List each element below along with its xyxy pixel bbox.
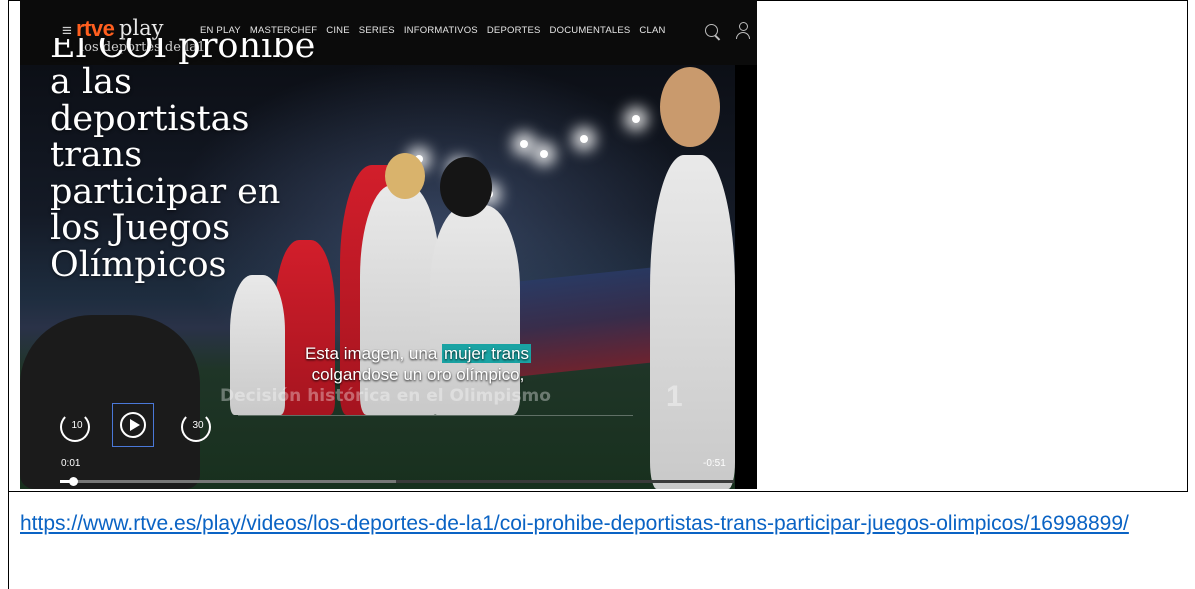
headline-partial-line: El COI prohíbe — [50, 38, 316, 64]
background-caption: Decisión histórica en el Olimpismo — [220, 386, 551, 406]
progress-buffer — [60, 480, 396, 483]
nav-item-clan[interactable]: CLAN — [639, 25, 665, 36]
headline-line: Olímpicos — [50, 244, 227, 285]
nav-item-cine[interactable]: CINE — [326, 25, 350, 36]
forward-label: 30 — [192, 420, 204, 431]
headline-line: trans — [50, 135, 143, 175]
headline-line: participar en — [50, 171, 281, 212]
frame-divider — [8, 491, 1188, 492]
progress-thumb[interactable] — [69, 477, 78, 486]
play-button[interactable] — [112, 403, 154, 447]
athlete-head — [385, 153, 425, 199]
search-icon[interactable] — [705, 24, 718, 37]
nav-item-en-play[interactable]: EN PLAY — [200, 25, 241, 36]
play-logo[interactable]: play — [119, 16, 164, 40]
subtitle-highlight: mujer trans — [442, 344, 532, 363]
time-current: 0:01 — [61, 458, 81, 469]
video-subtitle: Esta imagen, una mujer trans colgandose … — [258, 343, 578, 385]
subtitle-text: Esta imagen, una — [304, 344, 442, 363]
stadium-light — [632, 115, 640, 123]
athlete-figure — [650, 155, 735, 489]
main-nav: EN PLAY MASTERCHEF CINE SERIES INFORMATI… — [200, 25, 666, 36]
headline-line: a las — [50, 62, 133, 102]
caption-rule — [238, 415, 633, 416]
nav-item-informativos[interactable]: INFORMATIVOS — [404, 25, 478, 36]
subtitle-text: colgandose un oro olímpico, — [311, 365, 525, 384]
rewind-label: 10 — [71, 420, 83, 431]
frame-border-right — [1187, 0, 1188, 491]
frame-border-left — [8, 0, 9, 589]
athlete-head — [660, 67, 720, 147]
official-figure — [20, 315, 200, 489]
menu-icon[interactable]: ≡ — [62, 22, 72, 39]
video-headline: El COI prohíbe a las deportistas trans p… — [50, 38, 330, 283]
headline-line: deportistas — [50, 98, 250, 139]
nav-item-documentales[interactable]: DOCUMENTALES — [550, 25, 631, 36]
play-icon — [120, 412, 146, 438]
nav-item-series[interactable]: SERIES — [359, 25, 395, 36]
stadium-light — [580, 135, 588, 143]
stadium-light — [540, 150, 548, 158]
video-player[interactable]: ≡ rtve play los deportes de la1 EN PLAY … — [20, 0, 757, 489]
background-counter: 1 — [666, 380, 683, 413]
nav-item-masterchef[interactable]: MASTERCHEF — [250, 25, 317, 36]
video-url-link[interactable]: https://www.rtve.es/play/videos/los-depo… — [20, 503, 1190, 545]
nav-item-deportes[interactable]: DEPORTES — [487, 25, 541, 36]
user-icon[interactable] — [736, 22, 750, 40]
time-remaining: -0:51 — [703, 458, 726, 469]
athlete-head — [440, 157, 492, 217]
stadium-light — [520, 140, 528, 148]
headline-line: los Juegos — [50, 208, 231, 248]
